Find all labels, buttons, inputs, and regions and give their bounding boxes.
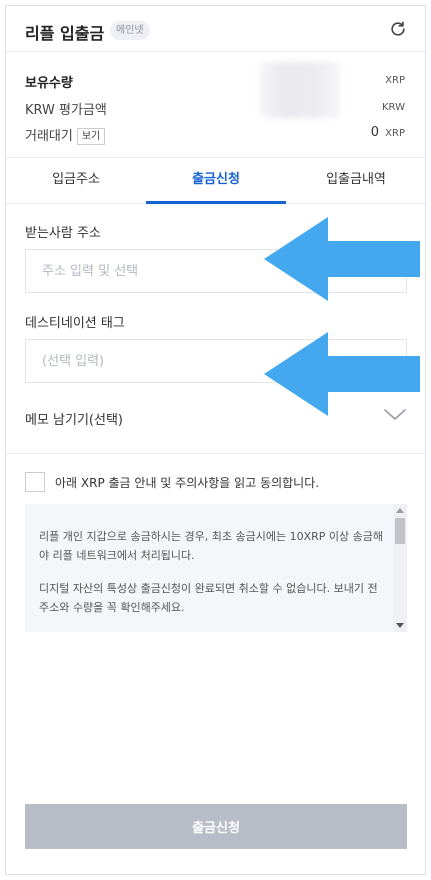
notice-paragraph-2: 디지털 자산의 특성상 출금신청이 완료되면 취소할 수 없습니다. 보내기 전… [39, 582, 378, 614]
tab-bar: 입금주소 출금신청 입출금내역 [6, 158, 425, 204]
refresh-icon[interactable] [389, 20, 407, 38]
scroll-up-icon[interactable] [396, 508, 404, 513]
pending-view-button[interactable]: 보기 [76, 128, 106, 145]
tab-withdraw-request[interactable]: 출금신청 [146, 158, 286, 204]
krw-label: KRW 평가금액 [25, 103, 107, 118]
recipient-address-input[interactable] [26, 250, 406, 292]
krw-value-row: KRW 평가금액 KRW [25, 99, 405, 119]
quantity-label: 보유수량 [25, 76, 73, 91]
notice-box: 리플 개인 지갑으로 송금하시는 경우, 최초 송금시에는 10XRP 이상 송… [25, 504, 407, 632]
scroll-down-icon[interactable] [396, 623, 404, 628]
pending-value: 0 [370, 125, 379, 140]
quantity-unit: XRP [385, 75, 405, 86]
krw-unit: KRW [382, 102, 405, 113]
agreement-text: 아래 XRP 출금 안내 및 주의사항을 읽고 동의합니다. [55, 476, 320, 490]
destination-tag-field [25, 339, 407, 383]
recipient-address-field [25, 249, 407, 293]
pending-row: 거래대기 보기 0 XRP [25, 125, 405, 145]
withdraw-panel: 리플 입출금 메인넷 보유수량 XRP KRW 평가금액 KRW 거래대기 보기 … [5, 5, 426, 875]
memo-label: 메모 남기기(선택) [25, 413, 123, 428]
agreement-checkbox[interactable] [25, 472, 45, 492]
notice-scrollbar[interactable] [393, 504, 407, 632]
holdings-summary: 보유수량 XRP KRW 평가금액 KRW 거래대기 보기 0 XRP [6, 52, 425, 158]
pending-label: 거래대기 [25, 129, 73, 144]
pending-unit: XRP [385, 128, 405, 139]
scroll-thumb[interactable] [395, 518, 405, 544]
panel-header: 리플 입출금 메인넷 [6, 6, 425, 52]
pending-label-group: 거래대기 보기 [25, 125, 106, 145]
network-badge: 메인넷 [110, 21, 150, 40]
agreement-row: 아래 XRP 출금 안내 및 주의사항을 읽고 동의합니다. [25, 471, 405, 493]
recipient-address-label: 받는사람 주소 [25, 226, 101, 241]
destination-tag-input[interactable] [26, 340, 406, 382]
tab-history[interactable]: 입출금내역 [286, 158, 426, 204]
tab-deposit-address[interactable]: 입금주소 [6, 158, 146, 204]
chevron-down-icon [384, 409, 406, 420]
holding-quantity-row: 보유수량 XRP [25, 72, 405, 92]
page-title: 리플 입출금 [25, 24, 105, 43]
withdraw-submit-button[interactable]: 출금신청 [25, 804, 407, 849]
destination-tag-label: 데스티네이션 태그 [25, 316, 125, 331]
notice-paragraph-1: 리플 개인 지갑으로 송금하시는 경우, 최초 송금시에는 10XRP 이상 송… [39, 530, 384, 562]
memo-toggle[interactable]: 메모 남기기(선택) [6, 398, 425, 454]
